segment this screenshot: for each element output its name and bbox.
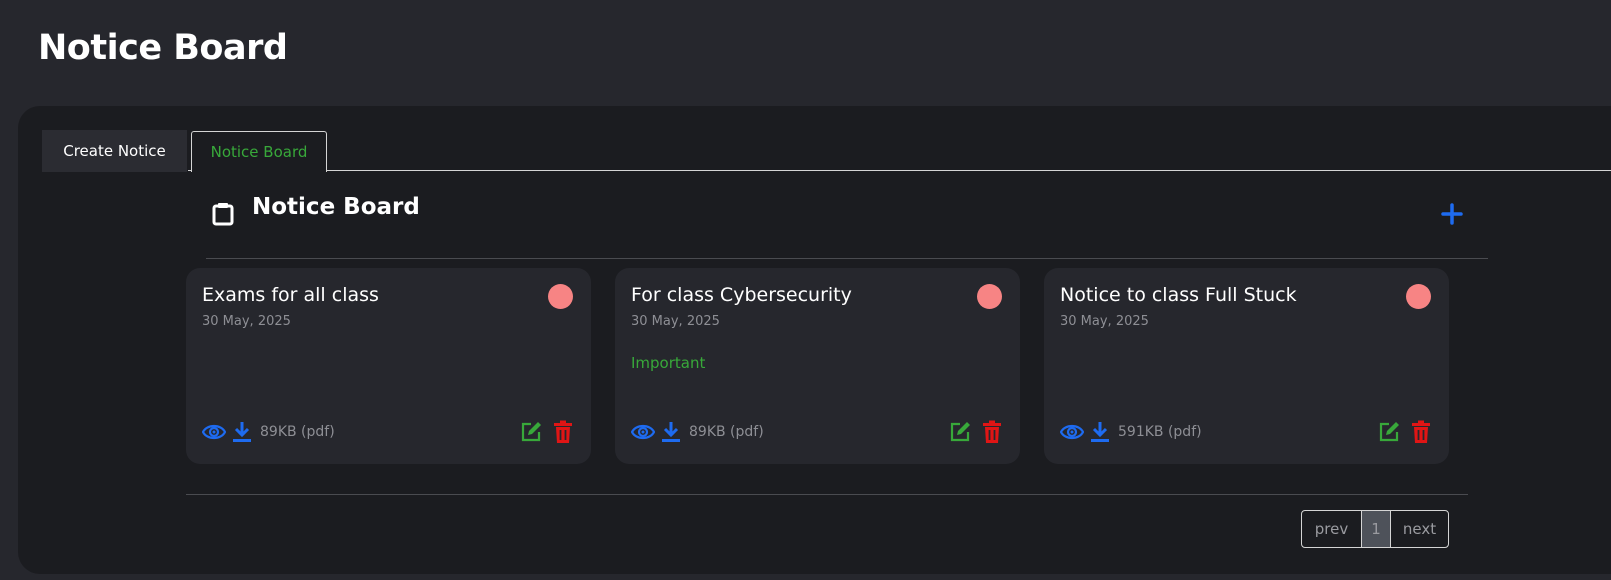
board-header: Notice Board — [190, 174, 1472, 258]
card-actions — [1377, 420, 1433, 444]
file-size: 591KB (pdf) — [1118, 424, 1202, 440]
eye-icon[interactable] — [1060, 420, 1084, 444]
prev-button[interactable]: prev — [1302, 511, 1362, 547]
download-icon[interactable] — [1088, 420, 1112, 444]
page-title: Notice Board — [38, 28, 288, 68]
download-icon[interactable] — [230, 420, 254, 444]
notice-list: Exams for all class 30 May, 2025 89KB (p… — [186, 268, 1449, 464]
notice-card: Exams for all class 30 May, 2025 89KB (p… — [186, 268, 591, 464]
notice-card: For class Cybersecurity 30 May, 2025 Imp… — [615, 268, 1020, 464]
header-divider — [206, 258, 1488, 259]
edit-icon[interactable] — [948, 420, 972, 444]
trash-icon[interactable] — [551, 420, 575, 444]
page-number[interactable]: 1 — [1362, 511, 1390, 547]
notice-footer: 89KB (pdf) — [202, 418, 575, 446]
card-actions — [519, 420, 575, 444]
status-dot — [548, 284, 573, 309]
notice-date: 30 May, 2025 — [1060, 314, 1149, 329]
pagination: prev 1 next — [1301, 510, 1449, 548]
notice-tag: Important — [631, 354, 706, 372]
board-title: Notice Board — [252, 194, 420, 220]
tab-notice-board[interactable]: Notice Board — [191, 131, 327, 172]
plus-icon[interactable] — [1440, 202, 1464, 226]
trash-icon[interactable] — [1409, 420, 1433, 444]
edit-icon[interactable] — [1377, 420, 1401, 444]
file-size: 89KB (pdf) — [260, 424, 335, 440]
tab-divider — [188, 170, 1611, 171]
eye-icon[interactable] — [202, 420, 226, 444]
edit-icon[interactable] — [519, 420, 543, 444]
tab-bar: Create Notice Notice Board — [42, 130, 327, 172]
notice-title: For class Cybersecurity — [631, 284, 852, 306]
notice-footer: 591KB (pdf) — [1060, 418, 1433, 446]
tab-create-notice[interactable]: Create Notice — [42, 130, 187, 172]
notice-card: Notice to class Full Stuck 30 May, 2025 … — [1044, 268, 1449, 464]
trash-icon[interactable] — [980, 420, 1004, 444]
board-section: Notice Board — [190, 174, 1488, 259]
status-dot — [977, 284, 1002, 309]
status-dot — [1406, 284, 1431, 309]
card-actions — [948, 420, 1004, 444]
notice-title: Notice to class Full Stuck — [1060, 284, 1297, 306]
notice-date: 30 May, 2025 — [631, 314, 720, 329]
notice-title: Exams for all class — [202, 284, 379, 306]
footer-divider — [186, 494, 1468, 495]
main-panel: Create Notice Notice Board Notice Board … — [18, 106, 1611, 574]
next-button[interactable]: next — [1390, 511, 1448, 547]
eye-icon[interactable] — [631, 420, 655, 444]
download-icon[interactable] — [659, 420, 683, 444]
file-size: 89KB (pdf) — [689, 424, 764, 440]
clipboard-icon — [212, 203, 234, 226]
notice-date: 30 May, 2025 — [202, 314, 291, 329]
notice-footer: 89KB (pdf) — [631, 418, 1004, 446]
